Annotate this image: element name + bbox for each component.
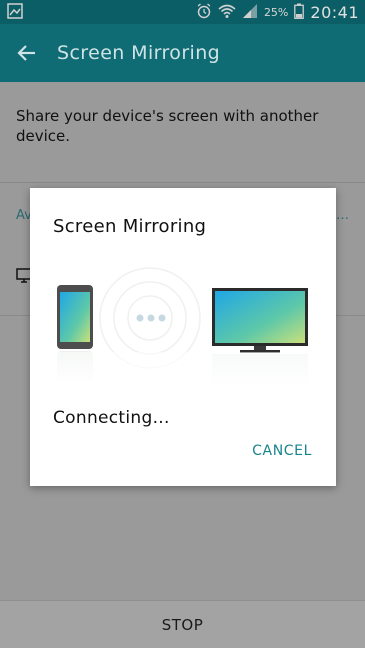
more-options-icon[interactable]: … [336, 208, 349, 223]
connecting-dots-icon [136, 314, 166, 322]
mirroring-illustration [50, 266, 320, 386]
clock: 20:41 [310, 2, 359, 22]
gallery-notification-icon [7, 3, 23, 19]
dialog-title: Screen Mirroring [53, 216, 207, 237]
cancel-button[interactable]: CANCEL [252, 443, 312, 459]
bottom-bar: STOP [0, 600, 365, 648]
alarm-icon [196, 2, 212, 22]
page-title: Screen Mirroring [57, 42, 221, 64]
divider [0, 182, 365, 183]
connecting-dialog: Screen Mirroring Connecting... CANCEL [30, 188, 336, 486]
description-text: Share your device's screen with another … [16, 107, 319, 145]
connecting-status: Connecting... [53, 408, 170, 428]
app-bar: Screen Mirroring [0, 24, 365, 82]
status-bar: 25% 20:41 [0, 0, 365, 24]
stop-button[interactable]: STOP [0, 616, 365, 634]
battery-percent: 25% [263, 5, 289, 19]
battery-icon [294, 3, 305, 22]
wifi-icon [218, 3, 236, 22]
arrow-left-icon[interactable] [14, 40, 40, 66]
signal-icon [242, 3, 258, 22]
